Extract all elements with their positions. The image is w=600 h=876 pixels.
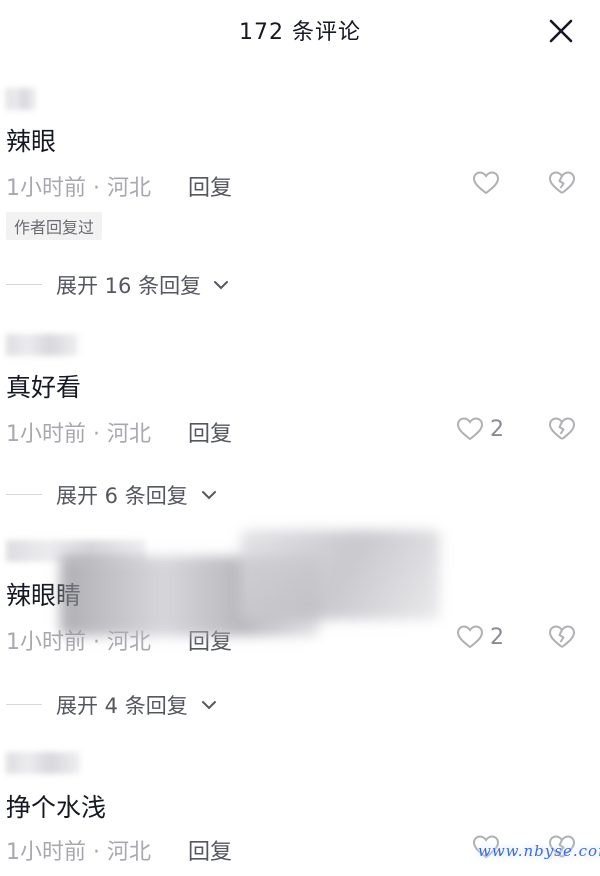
reply-button[interactable]: 回复 [188,834,232,866]
like-count: 2 [490,624,504,650]
comment-text: 挣个水浅 [6,793,107,822]
heart-icon [456,625,484,649]
chevron-down-icon [214,281,228,290]
dislike-button[interactable] [548,416,576,446]
chevron-down-icon [202,701,216,710]
divider-line [6,704,42,705]
censor-blur-overlay [240,530,440,620]
heart-icon [456,417,484,441]
expand-replies-button[interactable]: 展开 6 条回复 [0,480,600,510]
comment-meta: 1小时前 · 河北 [6,176,151,201]
like-button[interactable] [472,170,506,196]
comments-header: 172 条评论 [0,0,600,58]
username-blurred [6,88,36,110]
expand-replies-label: 展开 16 条回复 [56,274,202,298]
comment-text: 真好看 [6,373,82,402]
like-button[interactable]: 2 [456,624,504,650]
broken-heart-icon [549,171,575,194]
dislike-button[interactable] [548,170,576,200]
username-blurred [6,752,80,774]
username-blurred [6,334,78,356]
comment-meta: 1小时前 · 河北 [6,840,151,865]
expand-replies-button[interactable]: 展开 16 条回复 [0,270,600,300]
expand-replies-button[interactable]: 展开 4 条回复 [0,690,600,720]
dislike-button[interactable] [548,624,576,654]
comment-meta: 1小时前 · 河北 [6,422,151,447]
broken-heart-icon [549,625,575,648]
divider-line [6,494,42,495]
close-icon[interactable] [546,16,576,46]
expand-replies-label: 展开 6 条回复 [56,484,188,508]
site-watermark: www.nbyse.com [478,842,600,860]
expand-replies-label: 展开 4 条回复 [56,694,188,718]
reply-button[interactable]: 回复 [188,416,232,448]
divider-line [6,284,42,285]
heart-icon [472,171,500,195]
like-count: 2 [490,416,504,442]
broken-heart-icon [549,417,575,440]
like-button[interactable]: 2 [456,416,504,442]
author-replied-badge: 作者回复过 [6,212,103,240]
comments-title: 172 条评论 [239,20,361,45]
reply-button[interactable]: 回复 [188,170,232,202]
chevron-down-icon [202,491,216,500]
comment-text: 辣眼 [6,127,57,156]
